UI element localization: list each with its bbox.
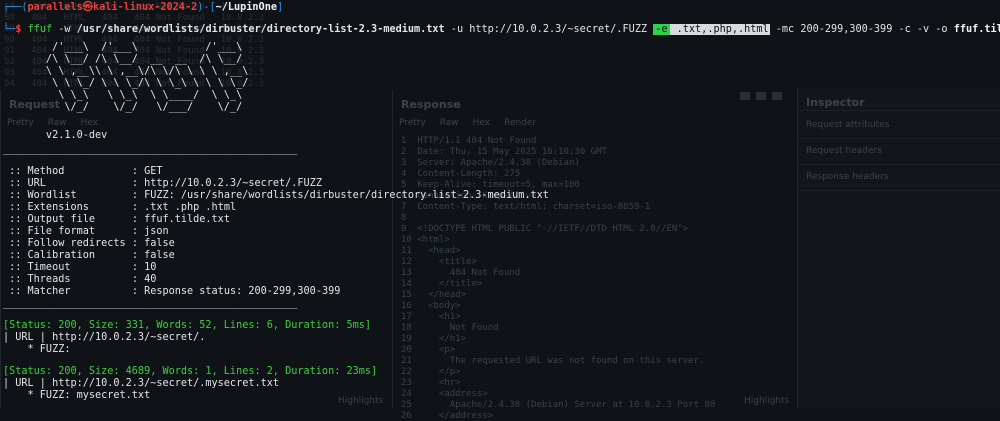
result-url: | URL | http://10.0.2.3/~secret/. [3,332,206,343]
prompt-at: ㉿ [82,2,93,13]
config-value: : Response status: 200-299,300-399 [131,286,341,297]
separator: ________________________________________… [3,298,298,309]
prompt-arrow: └─ [3,24,16,35]
banner-line: /\ \__/ /\ \__/ __ __ /\ \__/ [3,54,243,65]
config-key: :: Matcher [3,286,132,297]
result-url: | URL | http://10.0.2.3/~secret/.mysecre… [3,378,280,389]
config-row: :: Method : GET [3,166,162,178]
config-value: : GET [131,166,163,177]
config-row: :: File format : json [3,226,169,238]
config-key: :: URL [3,178,132,189]
config-row: :: Wordlist : FUZZ: /usr/share/wordlists… [3,190,549,202]
config-row: :: Matcher : Response status: 200-299,30… [3,286,340,298]
cmd-url: http://10.0.2.3/~secret/.FUZZ [469,24,648,35]
cmd-wordlist: /usr/share/wordlists/dirbuster/directory… [76,24,445,35]
config-key: :: Method [3,166,132,177]
config-key: :: Threads [3,274,132,285]
config-value: : false [131,250,175,261]
config-value: : json [131,226,169,237]
banner-line: \ \ ,__\\ \ ,__\/\ \/\ \ \ \ ,__\ [3,66,249,77]
cmd-arg: -mc [769,24,801,35]
config-value: : 10 [131,262,157,273]
cmd-arg: -c -v -o [892,24,954,35]
config-row: :: Extensions : .txt .php .html [3,202,236,214]
result-fuzz: * FUZZ: [3,344,77,355]
config-key: :: Extensions [3,202,132,213]
result-status: [Status: 200, Size: 4689, Words: 1, Line… [3,366,378,377]
response-line: 26 </address> [401,411,494,421]
prompt-line: ┌──(parallels㉿kali-linux-2024-2)-[~/Lupi… [3,2,283,14]
separator: ________________________________________… [3,144,298,155]
config-value: : false [131,238,175,249]
banner-line: /'___\ /'___\ /'___\ [3,42,243,53]
config-key: :: Output file [3,214,132,225]
config-row: :: Threads : 40 [3,274,156,286]
config-row: :: URL : http://10.0.2.3/~secret/.FUZZ [3,178,322,190]
prompt-sep: )-[ [197,2,216,13]
config-value: : 40 [131,274,157,285]
cmd-arg: -w [52,24,77,35]
banner-line: \/_/ \/_/ \/___/ \/_/ [3,102,243,113]
config-key: :: File format [3,226,132,237]
prompt-dir: ~/LupinOne [215,2,277,13]
config-value: : ffuf.tilde.txt [131,214,230,225]
result-fuzz: * FUZZ: mysecret.txt [3,390,151,401]
config-row: :: Timeout : 10 [3,262,156,274]
cmd-extensions: .txt,.php,.html [669,24,770,35]
prompt-user: parallels [27,2,83,13]
cmd-outfile: ffuf.tilde.txt [953,24,1000,35]
cmd-e-flag: -e [653,24,670,35]
config-key: :: Timeout [3,262,132,273]
config-value: : http://10.0.2.3/~secret/.FUZZ [131,178,322,189]
config-row: :: Calibration : false [3,250,175,262]
prompt-host: kali-linux-2024-2 [92,2,198,13]
config-value: : .txt .php .html [131,202,237,213]
cmd-codes: 200-299,300-399 [800,24,893,35]
config-value: : FUZZ: /usr/share/wordlists/dirbuster/d… [131,190,549,201]
banner-line: \ \_\ \ \_\ \ \____/ \ \_\ [3,90,243,101]
config-row: :: Output file : ffuf.tilde.txt [3,214,230,226]
result-status: [Status: 200, Size: 331, Words: 52, Line… [3,320,372,331]
ffuf-version: v2.1.0-dev [3,130,108,141]
config-key: :: Calibration [3,250,132,261]
banner-line: \ \ \_/ \ \ \_/\ \ \_\ \ \ \ \_/ [3,78,249,89]
prompt-close: ] [276,2,284,13]
terminal[interactable]: ┌──(parallels㉿kali-linux-2024-2)-[~/Lupi… [0,0,1000,409]
cmd-ffuf: ffuf [27,24,53,35]
config-key: :: Wordlist [3,190,132,201]
config-key: :: Follow redirects [3,238,132,249]
cmd-arg: -u [444,24,470,35]
config-row: :: Follow redirects : false [3,238,175,250]
prompt-corner: ┌──( [3,2,28,13]
prompt-dollar: $ [15,24,28,35]
command-line: └─$ ffuf -w /usr/share/wordlists/dirbust… [3,24,1000,36]
